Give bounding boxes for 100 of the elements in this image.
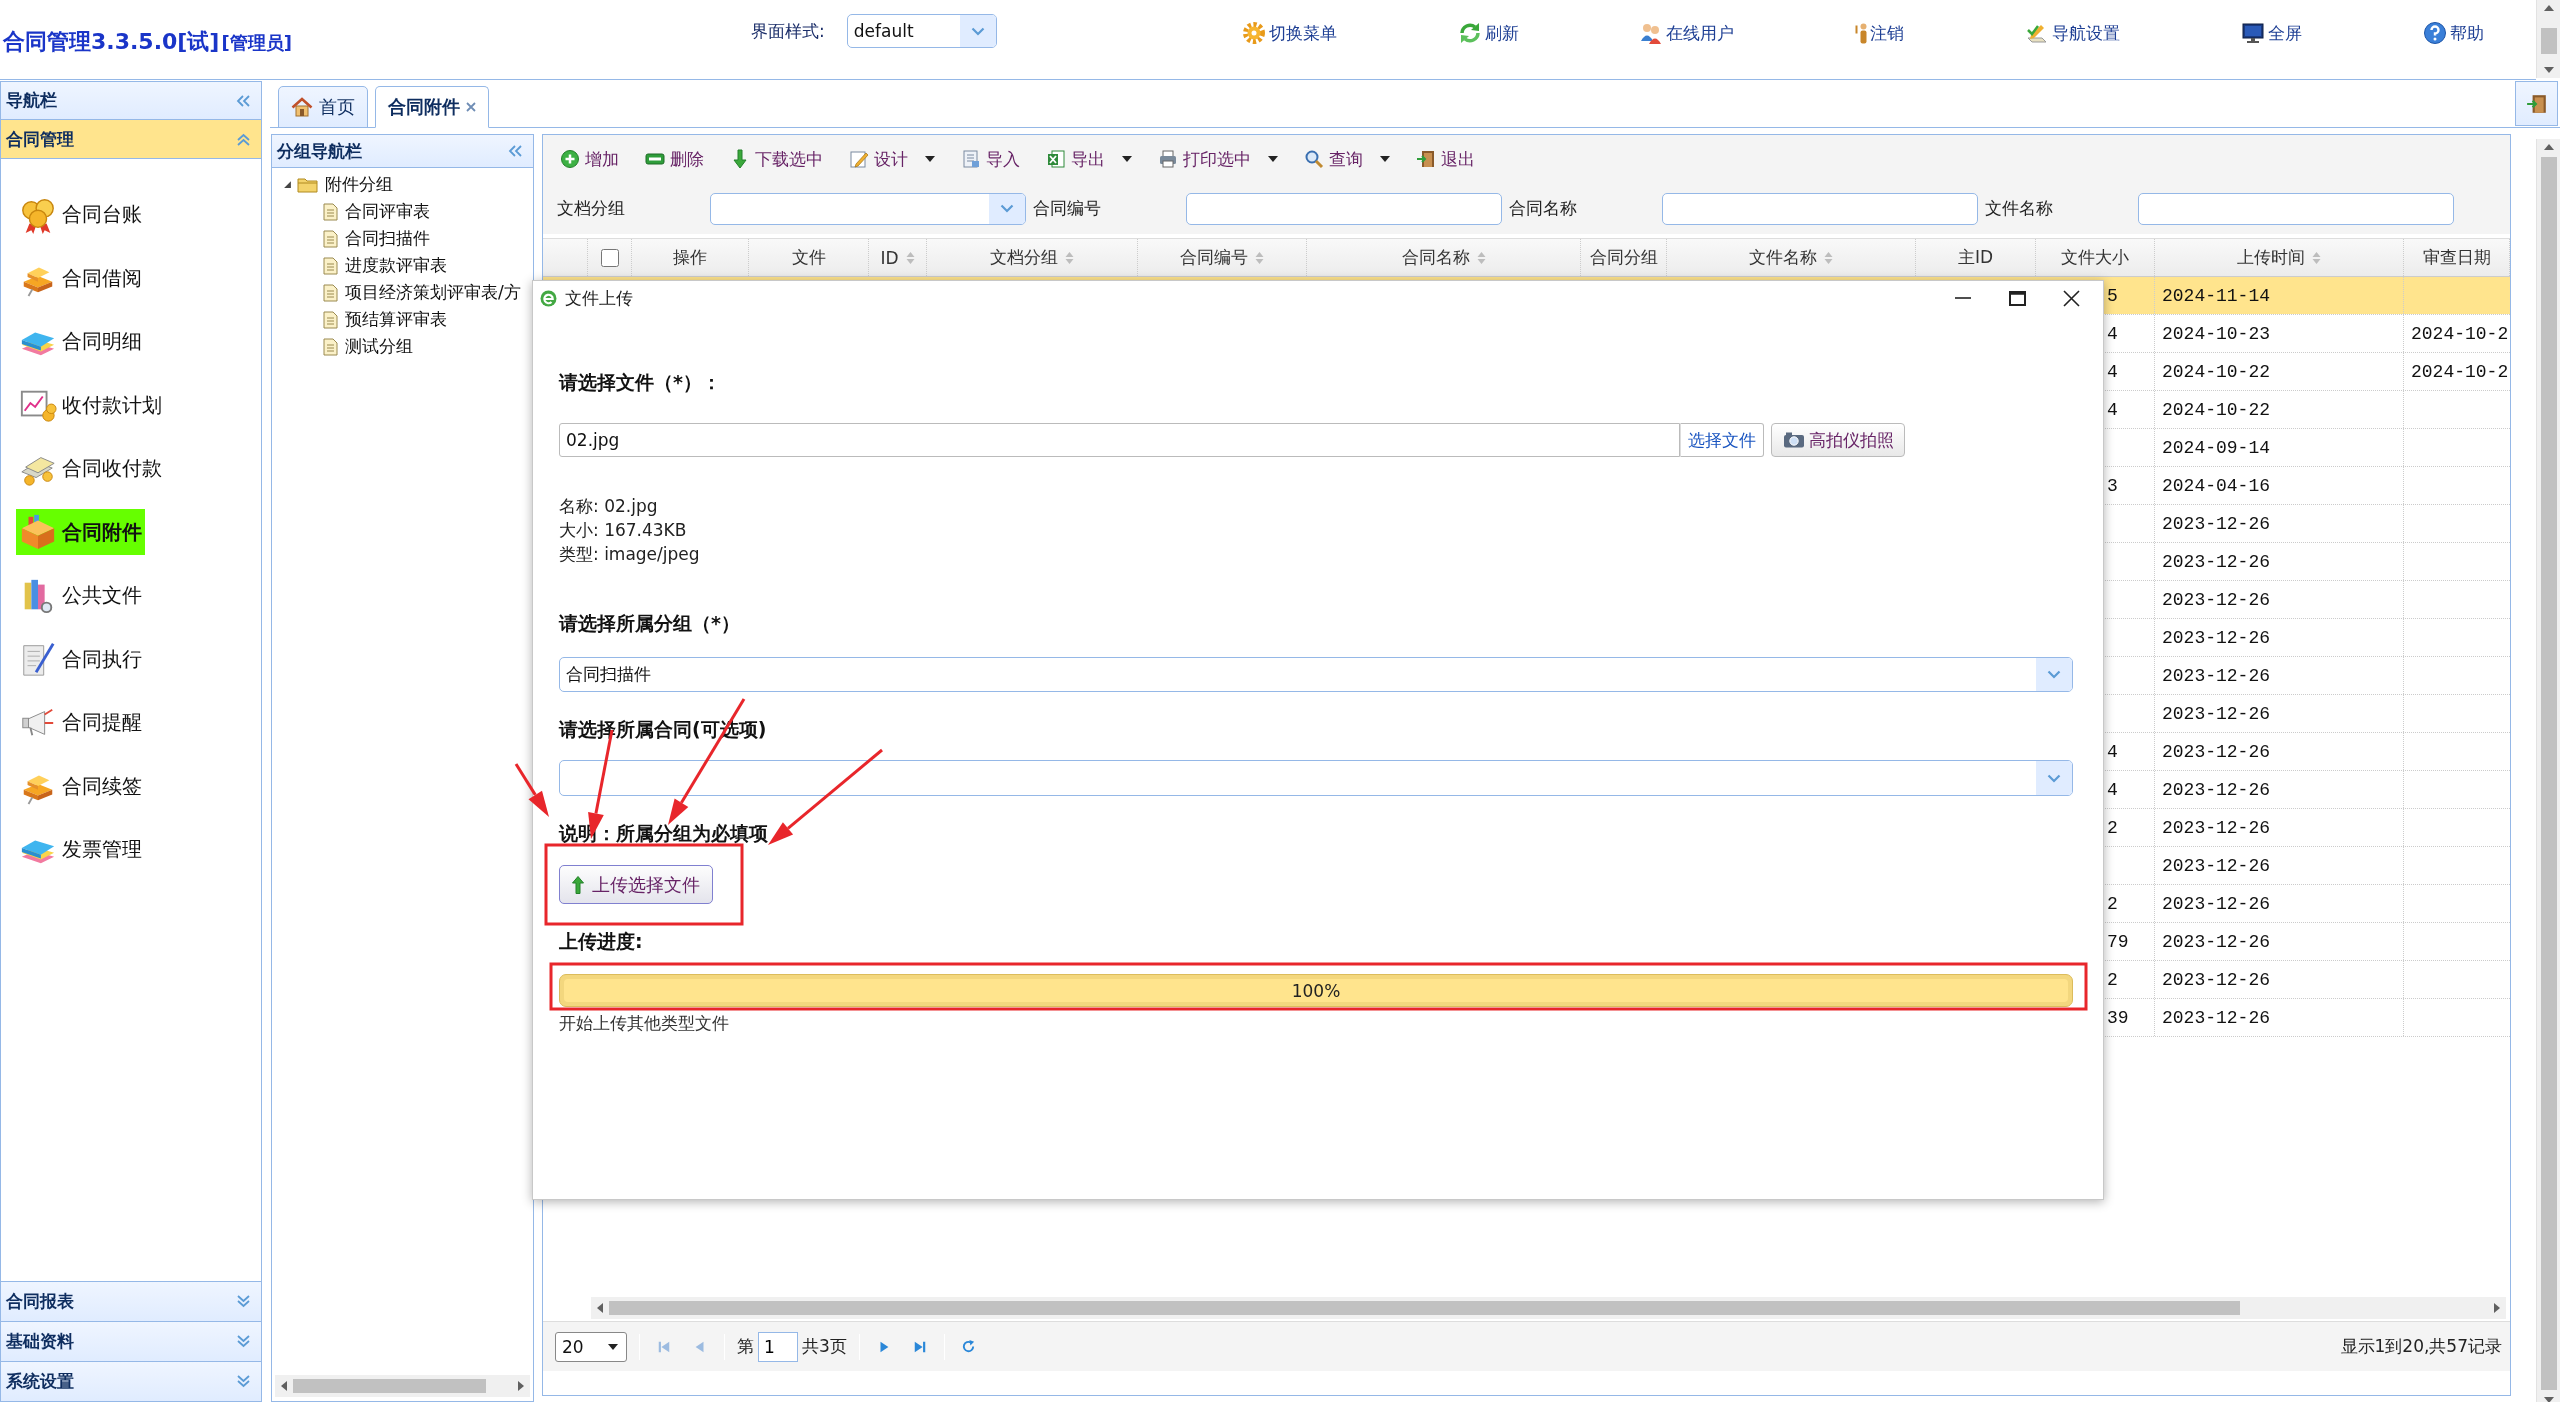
tab[interactable]: 合同附件 [375,86,489,128]
scroll-up-icon[interactable] [2543,144,2554,150]
nav-item[interactable]: 合同附件 [16,509,145,556]
column-header[interactable]: 文档分组 [927,239,1138,276]
sort-icon[interactable] [2312,250,2321,265]
nav-item[interactable]: 合同借阅 [16,255,145,302]
toolbar-button[interactable]: 设计 [849,147,935,171]
tree-node[interactable]: 进度款评审表 [323,254,447,277]
header-button[interactable]: 刷新 [1457,21,1519,45]
scrollbar-thumb[interactable] [609,1301,2240,1315]
scroll-up-icon[interactable] [2543,5,2554,11]
nav-item[interactable]: 收付款计划 [16,382,165,429]
toolbar-button[interactable]: 退出 [1416,147,1475,171]
panel-title: 导航栏 [6,89,57,112]
sort-icon[interactable] [1476,250,1486,265]
upload-button[interactable]: 上传选择文件 [559,865,713,904]
tree-node[interactable]: 预结算评审表 [323,308,447,331]
exit-button[interactable] [2515,81,2558,126]
down-arrow-icon [730,149,750,169]
header-button[interactable]: 切换菜单 [1241,21,1337,45]
contract-select[interactable] [559,760,2073,796]
scroll-right-icon[interactable] [2494,1303,2500,1313]
close-icon [2062,289,2080,307]
toolbar-button[interactable]: 查询 [1304,147,1390,171]
sort-icon[interactable] [1065,250,1074,265]
nav-item[interactable]: 合同明细 [16,318,145,365]
scroll-down-icon[interactable] [2543,67,2554,73]
header-button[interactable]: 全屏 [2240,21,2302,45]
scrollbar[interactable] [2536,0,2560,78]
toolbar-button[interactable]: 导出 [1046,147,1132,171]
scrollbar-thumb[interactable] [2540,28,2557,54]
accordion-header[interactable]: 系统设置 [1,1361,261,1401]
tree-node[interactable]: 附件分组 [297,173,393,196]
toolbar-button[interactable]: 删除 [645,147,704,171]
page-size-select[interactable]: 20 [555,1331,627,1362]
toolbar-button[interactable]: 打印选中 [1158,147,1278,171]
collapse-left-icon[interactable] [236,93,251,108]
tree-node[interactable]: 项目经济策划评审表/方 [323,281,521,304]
toolbar-button[interactable]: 增加 [560,147,619,171]
filter-select[interactable] [710,192,1026,225]
scroll-left-icon[interactable] [597,1303,603,1313]
nav-item[interactable]: 合同收付款 [16,445,165,492]
nav-item[interactable]: 发票管理 [16,826,145,873]
accordion-header[interactable]: 合同报表 [1,1281,261,1321]
collapse-left-icon[interactable] [508,144,523,158]
sort-icon[interactable] [1255,250,1264,265]
header-button[interactable]: 注销 [1855,21,1905,45]
nav-item[interactable]: 合同续签 [16,763,145,810]
filter-input[interactable] [1662,192,1978,225]
scroll-left-icon[interactable] [281,1381,287,1391]
field-label: 上传进度: [559,929,643,954]
folder-icon [297,176,318,193]
filter-input[interactable] [2138,192,2454,225]
accordion-header[interactable]: 基础资料 [1,1321,261,1361]
nav-item[interactable]: 合同执行 [16,636,145,683]
user-role: [管理员] [221,31,292,55]
nav-item[interactable]: 公共文件 [16,572,145,619]
theme-select[interactable]: default [846,14,997,48]
page-input[interactable]: 1 [758,1331,798,1362]
scrollbar[interactable] [2536,139,2560,1402]
tab[interactable]: 首页 [278,86,368,128]
tree-node[interactable]: 测试分组 [323,335,413,358]
column-header[interactable]: 文件名称 [1667,239,1916,276]
column-header[interactable]: 上传时间 [2155,239,2404,276]
accordion-header[interactable]: 合同管理 [1,120,261,159]
scrollbar[interactable] [591,1297,2506,1319]
chevron-down-icon [970,26,985,36]
expand-arrow-icon[interactable] [283,180,292,189]
filter-label: 文件名称 [1985,197,2053,220]
filter-input[interactable] [1186,192,1502,225]
column-header[interactable]: 合同名称 [1307,239,1581,276]
sort-icon[interactable] [1824,250,1833,265]
browse-button[interactable]: 选择文件 [1680,423,1764,457]
header-button[interactable]: 在线用户 [1639,21,1735,45]
scrollbar-thumb[interactable] [2540,157,2557,1390]
tree-node[interactable]: 合同评审表 [323,200,430,223]
scroll-right-icon[interactable] [518,1381,524,1391]
scroll-down-icon[interactable] [2543,1397,2554,1402]
toolbar-button[interactable]: 下载选中 [730,147,823,171]
sort-icon[interactable] [905,250,915,265]
scrollbar-thumb[interactable] [293,1379,486,1393]
header-button[interactable]: 帮助 [2422,21,2484,45]
door-icon [2525,92,2548,115]
column-header[interactable]: ID [869,239,927,276]
nav-item[interactable]: 合同提醒 [16,699,145,746]
select-all-checkbox[interactable] [600,248,619,267]
nav-item[interactable]: 合同台账 [16,191,145,238]
table-cell-text: 2024-10-2 [2410,360,2510,384]
file-input[interactable]: 02.jpg [559,423,1680,457]
tree-node[interactable]: 合同扫描件 [323,227,430,250]
table-row[interactable]: 5 2024-11-14 [2104,277,2510,314]
column-header[interactable]: 合同编号 [1138,239,1307,276]
first-page-icon [657,1339,671,1354]
up-arrow-icon [572,875,584,894]
scrollbar[interactable] [275,1375,530,1397]
header-button[interactable]: 导航设置 [2025,21,2121,45]
camera-button[interactable]: 高拍仪拍照 [1771,423,1905,457]
close-icon[interactable] [466,102,476,112]
toolbar-button[interactable]: 导入 [961,147,1020,171]
group-select[interactable]: 合同扫描件 [559,657,2073,692]
